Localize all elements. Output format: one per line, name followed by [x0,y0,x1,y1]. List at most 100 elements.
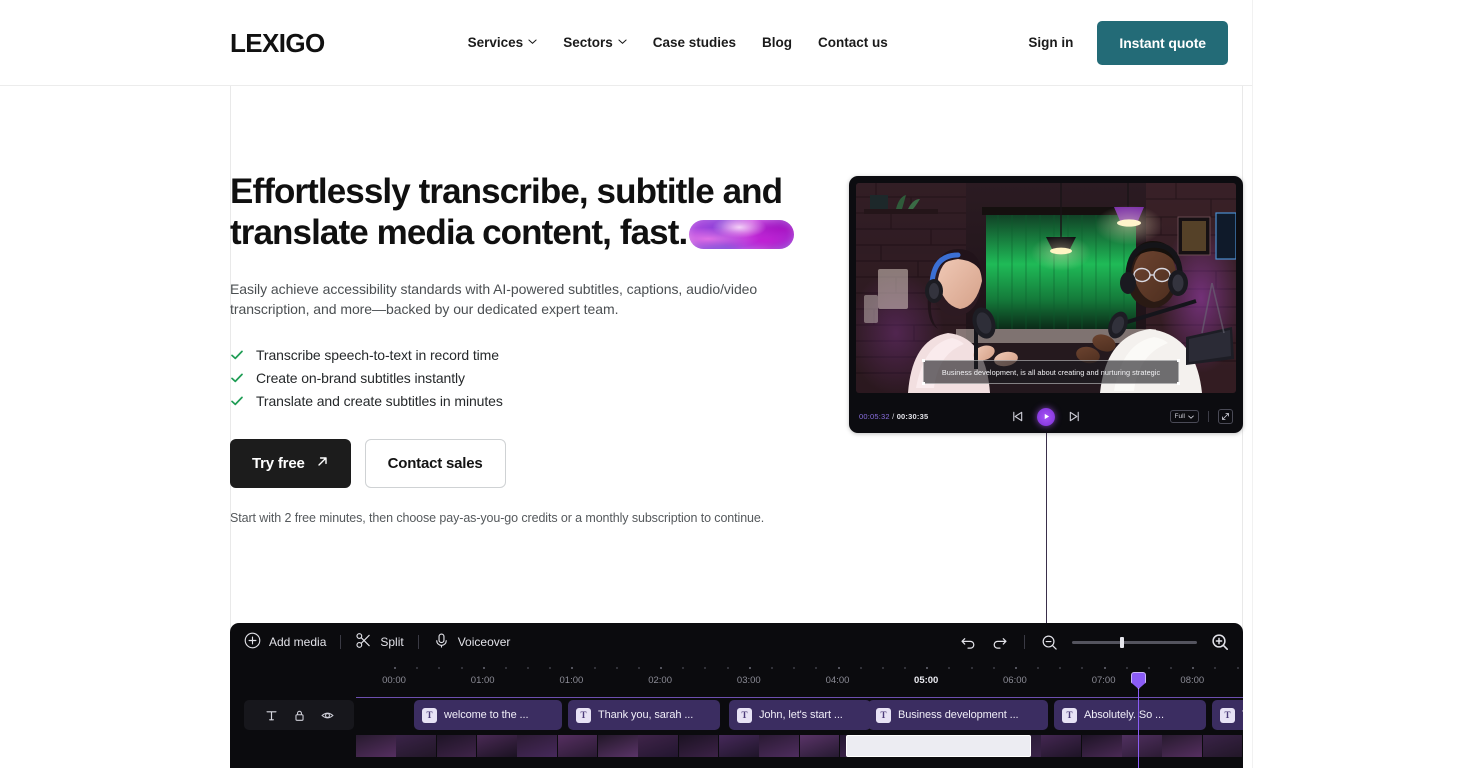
video-subtitle-overlay[interactable]: Business development, is all about creat… [922,359,1180,385]
ruler-tick-minor [726,667,729,669]
filmstrip-thumbnail [1081,735,1122,757]
check-icon [230,371,244,385]
nav-item-blog[interactable]: Blog [762,35,792,50]
nav-item-label: Services [467,35,524,50]
total-time: 00:30:35 [896,412,929,421]
ruler-tick-minor [615,667,618,669]
zoom-slider[interactable] [1072,636,1197,648]
ruler-label: 04:00 [825,675,850,686]
redo-icon[interactable] [991,634,1008,651]
quality-select[interactable]: Full [1169,410,1199,423]
ruler-tick [1014,667,1017,669]
eye-icon[interactable] [320,708,335,723]
subtitle-clip[interactable]: T Th [1212,700,1243,730]
text-clip-icon: T [422,707,437,723]
resize-handle-bl[interactable] [922,382,925,385]
subtitle-track-row: Twelcome to the ... T Thank you, sarah ...… [230,697,1243,735]
timeline-ruler[interactable]: 00:00 01:00 01:00 02:00 03:00 04:00 05:00 06:00… [356,661,1243,697]
skip-forward-icon[interactable] [1068,410,1081,423]
selected-video-clip[interactable] [846,735,1031,757]
ruler-tick-minor [504,667,507,669]
filmstrip-thumbnail [1202,735,1243,757]
ruler-tick [1103,667,1106,669]
ruler-ticks [356,667,1243,670]
feature-label: Translate and create subtitles in minute… [256,393,503,410]
nav-links: Services Sectors Case studies Blog Conta… [468,35,888,50]
resize-handle-tl[interactable] [922,359,925,362]
subtitle-clip[interactable]: T Absolutely. So ... [1054,700,1206,730]
filmstrip-thumbnail [1162,735,1203,757]
text-clip-icon: T [1220,707,1235,723]
zoom-out-icon[interactable] [1041,634,1058,651]
skip-back-icon[interactable] [1011,410,1024,423]
editor-toolbar: Add media Split Voiceover [230,623,1243,661]
undo-icon[interactable] [960,634,977,651]
ruler-tick-minor [948,667,951,669]
instant-quote-button[interactable]: Instant quote [1097,20,1228,65]
filmstrip-thumbnail [476,735,517,757]
player-control-bar: 00:05:32 / 00:30:35 Full [849,400,1243,433]
add-media-label: Add media [269,635,327,649]
subtitle-clip[interactable]: T John, let's start ... [729,700,871,730]
subtitle-clips: Twelcome to the ... T Thank you, sarah ...… [356,700,1243,730]
ruler-tick-minor [1170,667,1173,669]
play-icon[interactable] [1037,407,1055,426]
resize-handle-tr[interactable] [1177,359,1180,362]
ruler-tick-minor [881,667,884,669]
fullscreen-icon[interactable] [1218,409,1233,424]
time-separator: / [892,412,895,421]
filmstrip-thumbnail [557,735,598,757]
add-media-button[interactable]: Add media [244,632,326,652]
text-icon[interactable] [264,708,279,723]
clip-label: Business development ... [898,709,1019,721]
ruler-tick-minor [1236,667,1239,669]
contact-sales-button[interactable]: Contact sales [364,439,506,489]
ruler-label: 06:00 [1003,675,1027,686]
lock-icon[interactable] [292,708,307,723]
text-clip-icon: T [876,707,891,723]
player-right-controls: Full [1169,409,1233,424]
cta-group: Try free Contact sales [230,439,830,489]
timeline-editor: Add media Split Voiceover 00:00 01:00 01… [230,623,1243,768]
ruler-tick-minor [815,667,818,669]
timeline-playhead[interactable] [1131,672,1146,768]
split-button[interactable]: Split [355,632,404,652]
video-frame[interactable]: Business development, is all about creat… [856,183,1236,393]
nav-item-services[interactable]: Services [468,35,538,50]
toolbar-divider [340,635,342,649]
ruler-label: 01:00 [559,675,584,686]
ruler-label: 07:00 [1091,675,1116,686]
quality-label: Full [1174,413,1185,420]
ruler-tick [837,667,840,669]
nav-item-case-studies[interactable]: Case studies [653,35,736,50]
video-filmstrip[interactable] [356,735,1243,757]
zoom-slider-handle[interactable] [1120,636,1124,648]
resize-handle-br[interactable] [1177,382,1180,385]
subtitle-clip[interactable]: T Business development ... [868,700,1048,730]
ruler-tick-minor [1037,667,1040,669]
clip-label: John, let's start ... [759,709,843,721]
ruler-tick-minor [1059,667,1062,669]
ruler-tick-minor [637,667,640,669]
layout-rail-outer [1252,0,1253,768]
nav-item-label: Sectors [563,35,613,50]
ruler-tick-minor [549,667,552,669]
ruler-tick-minor [704,667,707,669]
subtitle-clip[interactable]: T Thank you, sarah ... [568,700,720,730]
player-timecode: 00:05:32 / 00:30:35 [859,412,928,421]
zoom-in-icon[interactable] [1211,633,1229,651]
filmstrip-thumbnail [678,735,719,757]
text-clip-icon: T [576,707,591,723]
voiceover-button[interactable]: Voiceover [433,632,510,652]
clip-label: Absolutely. So ... [1084,709,1164,721]
try-free-button[interactable]: Try free [230,439,351,489]
nav-item-contact-us[interactable]: Contact us [818,35,888,50]
sign-in-link[interactable]: Sign in [1028,35,1073,50]
video-player[interactable]: Business development, is all about creat… [849,176,1243,433]
ruler-tick [1192,667,1195,669]
subtitle-clip[interactable]: Twelcome to the ... [414,700,562,730]
feature-label: Create on-brand subtitles instantly [256,370,465,387]
brand-logo[interactable]: LEXIGO [230,30,325,56]
nav-right-actions: Sign in Instant quote [1028,20,1252,65]
nav-item-sectors[interactable]: Sectors [563,35,627,50]
